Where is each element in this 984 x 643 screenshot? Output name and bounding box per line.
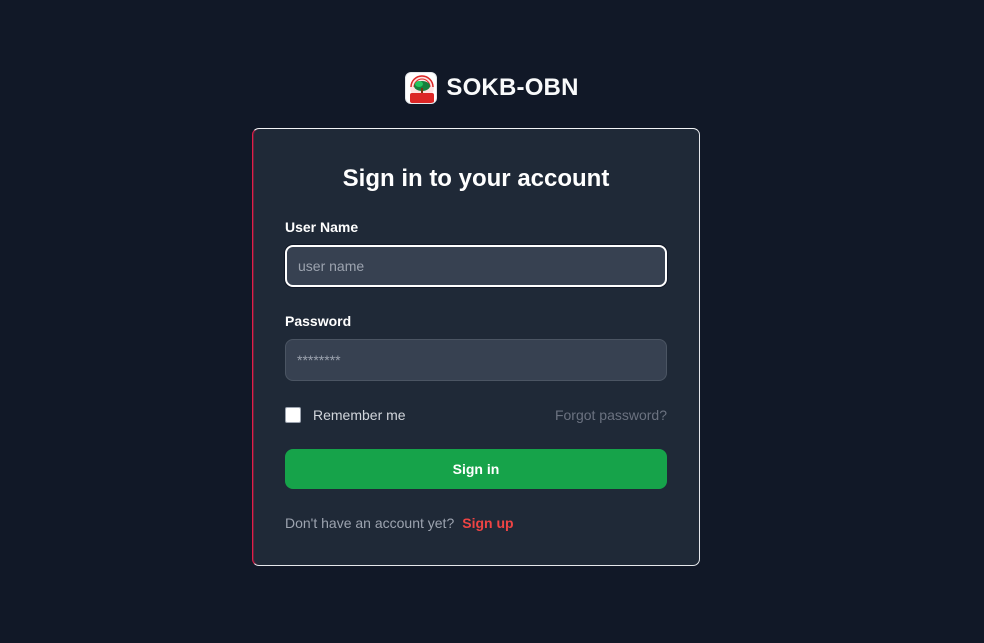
remember-me-label: Remember me [313,407,406,423]
sign-up-link[interactable]: Sign up [462,515,513,531]
page-title: Sign in to your account [342,165,610,192]
password-input[interactable] [285,339,667,381]
username-input[interactable] [285,245,667,287]
password-label: Password [285,313,352,329]
signup-row: Don't have an account yet? Sign up [285,515,514,531]
sign-in-button[interactable]: Sign in [285,449,667,489]
brand-header: SOKB-OBN [0,72,984,104]
signup-prompt: Don't have an account yet? [285,515,455,531]
tree-logo-icon [405,72,438,104]
brand-name: SOKB-OBN [446,74,579,101]
remember-me-group[interactable]: Remember me [285,407,406,423]
username-label: User Name [285,219,359,235]
remember-me-checkbox[interactable] [285,407,301,423]
remember-row: Remember me Forgot password? [285,405,667,425]
forgot-password-link[interactable]: Forgot password? [555,407,667,423]
signin-card: Sign in to your account User Name Passwo… [252,128,700,566]
